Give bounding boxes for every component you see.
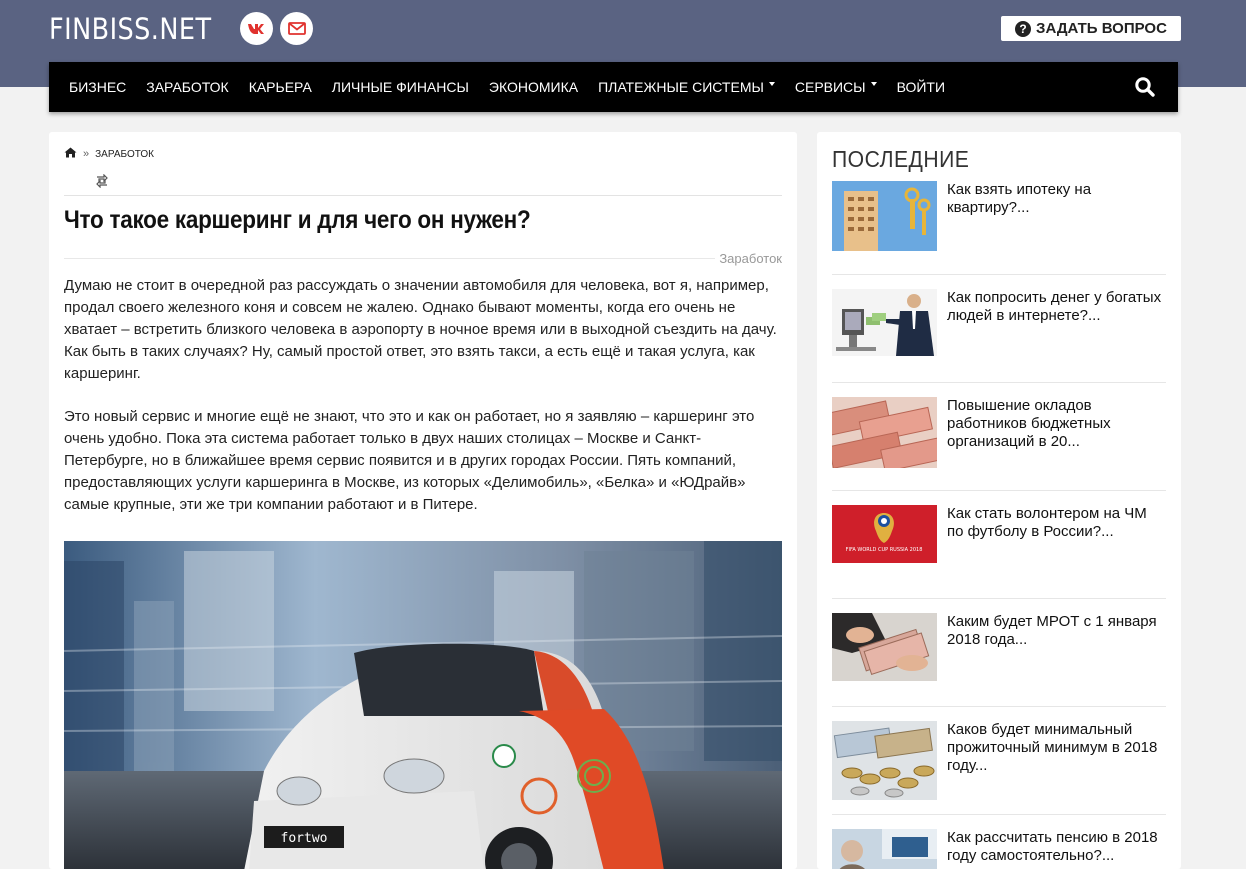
site-logo[interactable]: FINBISS.NET	[49, 12, 211, 46]
nav-label: КАРЬЕРА	[248, 79, 312, 95]
sidebar-item-title[interactable]: Повышение окладов работников бюджетных о…	[947, 397, 1167, 451]
divider	[832, 382, 1166, 383]
nav-item-payment-systems[interactable]: ПЛАТЕЖНЫЕ СИСТЕМЫ	[598, 79, 775, 95]
mail-icon[interactable]	[280, 12, 313, 45]
main-nav: БИЗНЕС ЗАРАБОТОК КАРЬЕРА ЛИЧНЫЕ ФИНАНСЫ …	[49, 62, 1178, 112]
sidebar-item-title[interactable]: Как стать волонтером на ЧМ по футболу в …	[947, 505, 1167, 541]
divider	[832, 598, 1166, 599]
sidebar-item-title[interactable]: Как попросить денег у богатых людей в ин…	[947, 289, 1167, 325]
nav-label: ПЛАТЕЖНЫЕ СИСТЕМЫ	[598, 79, 764, 95]
breadcrumb: » ЗАРАБОТОК	[64, 147, 154, 161]
ask-question-label: ЗАДАТЬ ВОПРОС	[1036, 20, 1167, 37]
nav-item-login[interactable]: ВОЙТИ	[897, 79, 945, 95]
thumbnail-image[interactable]	[832, 181, 937, 251]
nav-label: СЕРВИСЫ	[794, 79, 866, 95]
vk-icon[interactable]	[240, 12, 273, 45]
sidebar-item-title[interactable]: Каким будет МРОТ с 1 января 2018 года...	[947, 613, 1167, 649]
nav-item-services[interactable]: СЕРВИСЫ	[795, 79, 877, 95]
divider	[832, 274, 1166, 275]
thumbnail-image[interactable]	[832, 289, 937, 356]
nav-item-earnings[interactable]: ЗАРАБОТОК	[146, 79, 228, 95]
thumbnail-image[interactable]: FIFA WORLD CUP RUSSIA 2018	[832, 505, 937, 563]
thumbnail-image[interactable]	[832, 397, 937, 468]
divider	[832, 490, 1166, 491]
sidebar-latest: ПОСЛЕДНИЕ Как взять ипотеку на квартиру?…	[817, 132, 1181, 869]
nav-label: ЗАРАБОТОК	[146, 79, 229, 95]
sidebar-title: ПОСЛЕДНИЕ	[832, 146, 970, 172]
nav-item-business[interactable]: БИЗНЕС	[69, 79, 126, 95]
nav-label: ЭКОНОМИКА	[488, 79, 579, 95]
caret-down-icon	[768, 82, 775, 86]
sidebar-item-title[interactable]: Как взять ипотеку на квартиру?...	[947, 181, 1167, 217]
search-icon[interactable]	[1134, 76, 1156, 98]
nav-label: ВОЙТИ	[896, 79, 946, 95]
divider	[64, 258, 782, 259]
nav-label: ЛИЧНЫЕ ФИНАНСЫ	[331, 79, 469, 95]
thumbnail-image[interactable]	[832, 829, 937, 869]
question-icon: ?	[1015, 20, 1032, 37]
thumbnail-image[interactable]	[832, 721, 937, 800]
breadcrumb-current[interactable]: ЗАРАБОТОК	[95, 149, 154, 160]
article-paragraph: Думаю не стоит в очередной раз рассуждат…	[64, 277, 777, 382]
thumb-caption: FIFA WORLD CUP RUSSIA 2018	[846, 547, 923, 553]
sidebar-item-title[interactable]: Каков будет минимальный прожиточный мини…	[947, 721, 1167, 775]
article-card: » ЗАРАБОТОК Что такое каршеринг и для че…	[49, 132, 797, 869]
thumbnail-image[interactable]	[832, 613, 937, 681]
share-icon[interactable]	[95, 173, 109, 189]
ask-question-button[interactable]: ? ЗАДАТЬ ВОПРОС	[1001, 16, 1181, 41]
category-label[interactable]: Заработок	[715, 251, 782, 266]
sidebar-item-title[interactable]: Как рассчитать пенсию в 2018 году самост…	[947, 829, 1167, 865]
article-paragraph: Это новый сервис и многие ещё не знают, …	[64, 408, 755, 513]
nav-item-career[interactable]: КАРЬЕРА	[249, 79, 312, 95]
divider	[832, 814, 1166, 815]
article-title: Что такое каршеринг и для чего он нужен?	[64, 206, 531, 234]
nav-item-economy[interactable]: ЭКОНОМИКА	[489, 79, 578, 95]
nav-item-personal-finance[interactable]: ЛИЧНЫЕ ФИНАНСЫ	[332, 79, 469, 95]
article-hero-image: fortwo	[64, 541, 782, 869]
plate-text: fortwo	[281, 831, 328, 846]
divider	[64, 195, 782, 196]
divider	[832, 706, 1166, 707]
nav-label: БИЗНЕС	[69, 79, 127, 95]
caret-down-icon	[870, 82, 877, 86]
breadcrumb-separator: »	[83, 148, 90, 160]
home-icon[interactable]	[64, 147, 77, 161]
